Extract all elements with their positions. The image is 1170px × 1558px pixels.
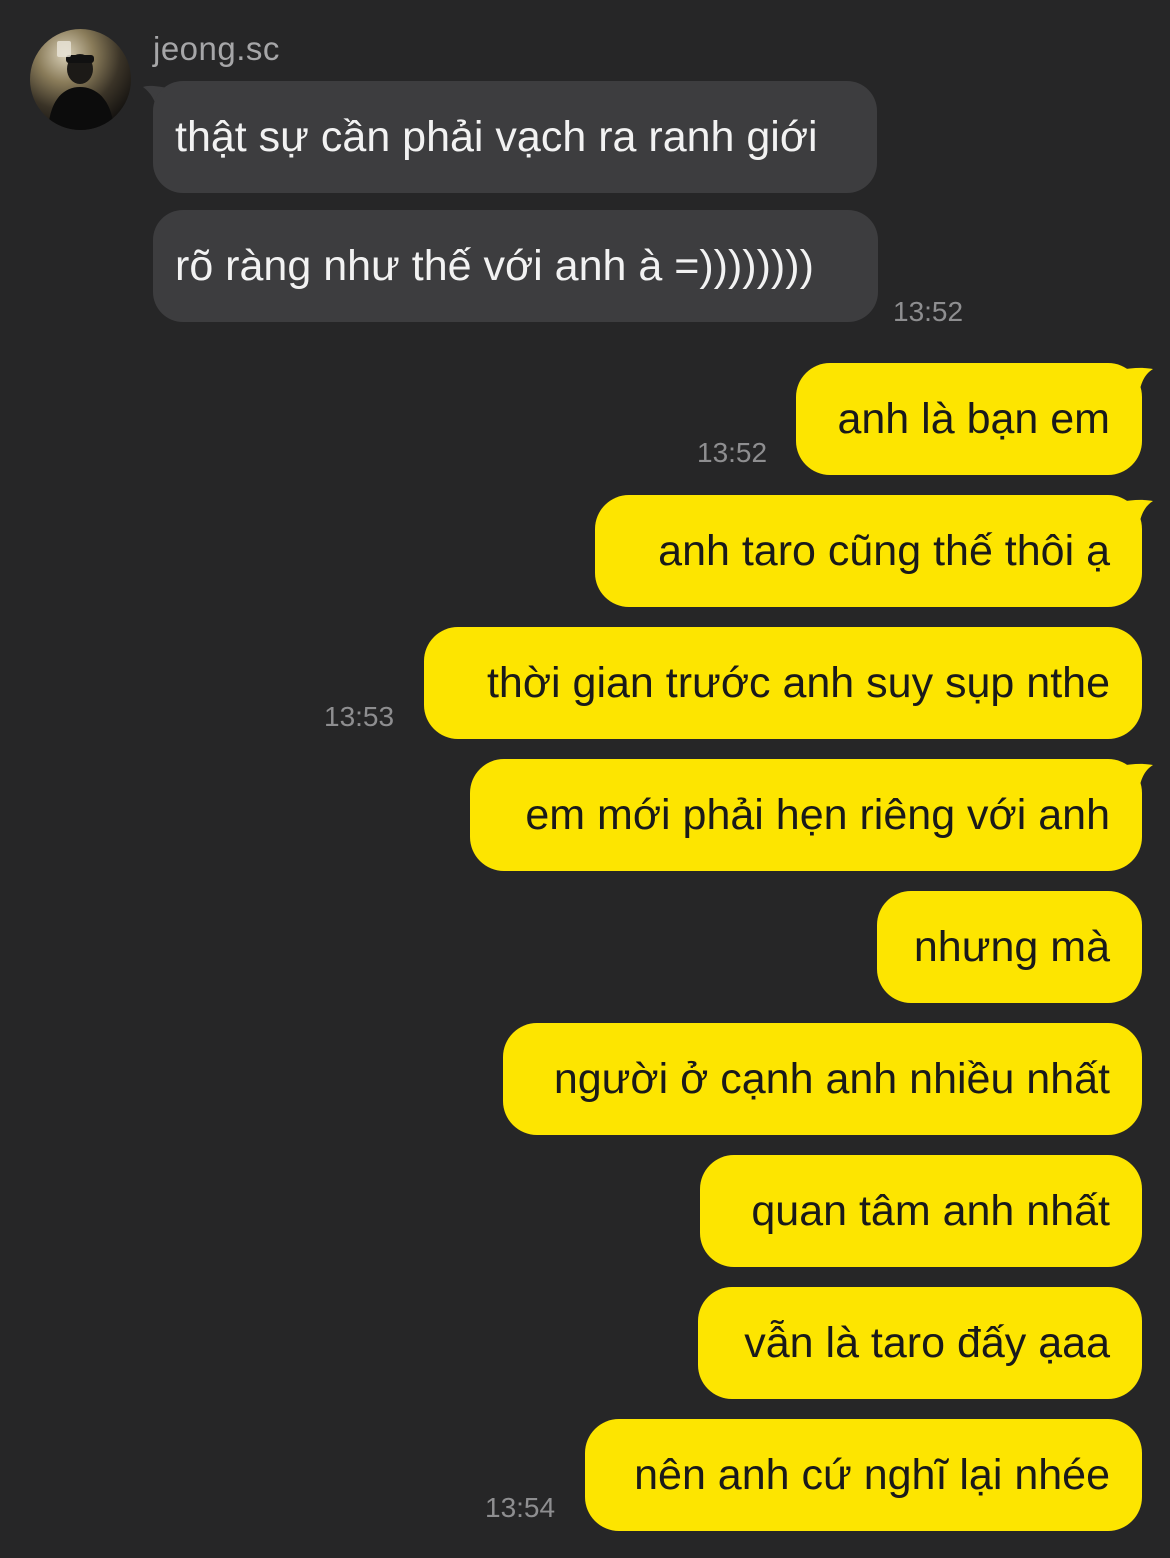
message-text: quan tâm anh nhất [751,1186,1110,1235]
message-text: nên anh cứ nghĩ lại nhée [634,1450,1110,1499]
message-text: vẫn là taro đấy ạaa [744,1318,1110,1367]
contact-avatar[interactable] [30,29,131,130]
incoming-message[interactable]: thật sự cần phải vạch ra ranh giới [153,81,877,193]
outgoing-message[interactable]: thời gian trước anh suy sụp nthe [424,627,1142,739]
incoming-message[interactable]: rõ ràng như thế với anh à =)))))))) [153,210,878,322]
message-timestamp: 13:52 [893,296,964,327]
outgoing-message[interactable]: người ở cạnh anh nhiều nhất [503,1023,1142,1135]
message-text: rõ ràng như thế với anh à =)))))))) [175,241,814,290]
message-text: anh taro cũng thế thôi ạ [658,526,1110,575]
outgoing-message[interactable]: anh là bạn em [796,363,1142,475]
message-text: nhưng mà [913,922,1110,971]
outgoing-message[interactable]: quan tâm anh nhất [700,1155,1142,1267]
message-text: anh là bạn em [837,394,1110,443]
message-text: em mới phải hẹn riêng với anh [525,790,1110,839]
message-timestamp: 13:54 [485,1492,556,1523]
outgoing-message[interactable]: anh taro cũng thế thôi ạ [595,495,1142,607]
message-text: người ở cạnh anh nhiều nhất [553,1054,1110,1103]
message-text: thật sự cần phải vạch ra ranh giới [175,112,818,161]
message-timestamp: 13:52 [697,437,768,468]
message-text: thời gian trước anh suy sụp nthe [486,658,1110,707]
outgoing-message[interactable]: em mới phải hẹn riêng với anh [470,759,1142,871]
outgoing-message[interactable]: vẫn là taro đấy ạaa [698,1287,1142,1399]
sender-name: jeong.sc [153,30,280,67]
profile-photo-icon [48,41,114,130]
outgoing-message[interactable]: nên anh cứ nghĩ lại nhée [585,1419,1142,1531]
outgoing-message[interactable]: nhưng mà [877,891,1142,1003]
message-timestamp: 13:53 [324,701,395,732]
